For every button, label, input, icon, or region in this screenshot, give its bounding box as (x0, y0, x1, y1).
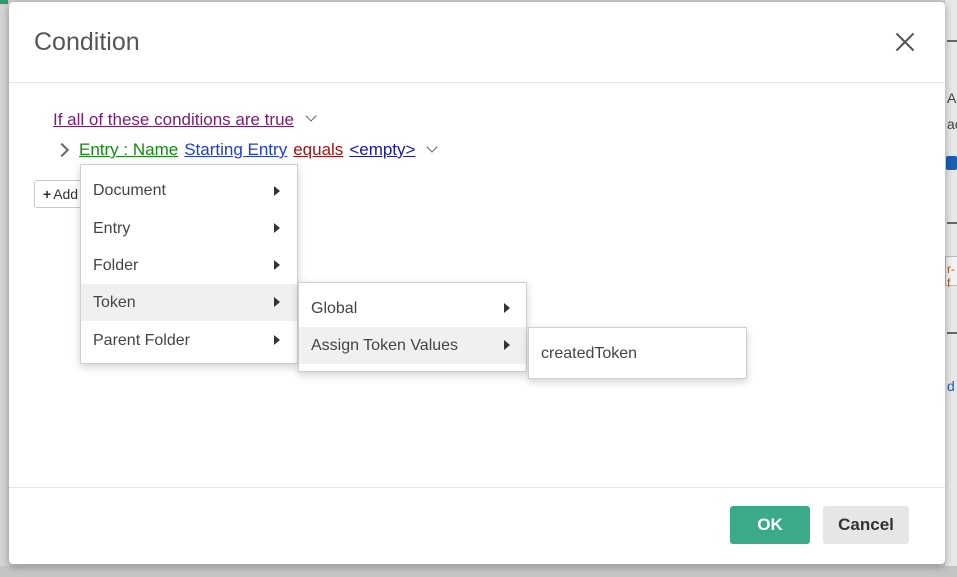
menu-item-label: Assign Token Values (311, 337, 459, 354)
menu-item-entry[interactable]: Entry (81, 210, 297, 247)
submenu-arrow-icon (274, 186, 280, 196)
chevron-down-icon[interactable] (305, 110, 317, 122)
condition-group-selector[interactable]: If all of these conditions are true (53, 110, 294, 130)
menu-item-global[interactable]: Global (299, 290, 526, 327)
background-divider (947, 40, 957, 42)
chevron-down-icon[interactable] (426, 141, 438, 153)
menu-item-document[interactable]: Document (81, 172, 297, 209)
menu-item-token[interactable]: Token (81, 284, 297, 321)
submenu-arrow-icon (504, 340, 510, 350)
submenu-arrow-icon (504, 303, 510, 313)
add-condition-button[interactable]: + Add (34, 180, 84, 208)
menu-item-created-token[interactable]: createdToken (529, 335, 746, 372)
background-divider (947, 332, 957, 334)
condition-dialog: Condition If all of these conditions are… (9, 2, 945, 564)
assign-token-submenu: createdToken (528, 327, 747, 379)
background-accent (0, 0, 8, 4)
background-checkbox (946, 156, 957, 170)
background-text: ac (947, 116, 957, 132)
background-text: r-f (947, 262, 955, 290)
field-category-menu: Document Entry Folder Token Parent Folde… (80, 164, 298, 364)
condition-value[interactable]: <empty> (349, 140, 415, 159)
ok-button[interactable]: OK (730, 506, 810, 544)
menu-item-label: Global (311, 300, 358, 317)
condition-target[interactable]: Starting Entry (184, 140, 287, 159)
submenu-arrow-icon (274, 335, 280, 345)
menu-item-label: Document (93, 182, 166, 199)
menu-item-label: Parent Folder (93, 332, 190, 349)
menu-item-label: Entry (93, 220, 131, 237)
background-panel: A ac r-f d (944, 0, 957, 577)
submenu-arrow-icon (274, 223, 280, 233)
menu-item-label: Token (93, 294, 136, 311)
menu-item-assign-token-values[interactable]: Assign Token Values (299, 327, 526, 364)
menu-item-label: Folder (93, 257, 139, 274)
close-icon[interactable] (891, 28, 919, 56)
submenu-arrow-icon (274, 297, 280, 307)
cancel-button[interactable]: Cancel (823, 506, 909, 544)
condition-row: Entry : Name Starting Entry equals <empty> (79, 140, 421, 160)
menu-item-folder[interactable]: Folder (81, 247, 297, 284)
condition-operator[interactable]: equals (293, 140, 343, 159)
background-text: A (947, 90, 957, 106)
token-submenu: Global Assign Token Values (298, 282, 527, 372)
background-divider (947, 222, 957, 224)
submenu-arrow-icon (274, 260, 280, 270)
menu-item-parent-folder[interactable]: Parent Folder (81, 322, 297, 359)
background-statusbar (0, 566, 957, 577)
plus-icon: + (43, 186, 52, 202)
dialog-title: Condition (34, 28, 140, 56)
dialog-header: Condition (9, 2, 945, 83)
chevron-right-icon[interactable] (54, 142, 70, 158)
background-text: d (947, 378, 955, 394)
add-label: Add (53, 186, 79, 202)
condition-field[interactable]: Entry : Name (79, 140, 178, 159)
menu-item-label: createdToken (541, 345, 638, 362)
